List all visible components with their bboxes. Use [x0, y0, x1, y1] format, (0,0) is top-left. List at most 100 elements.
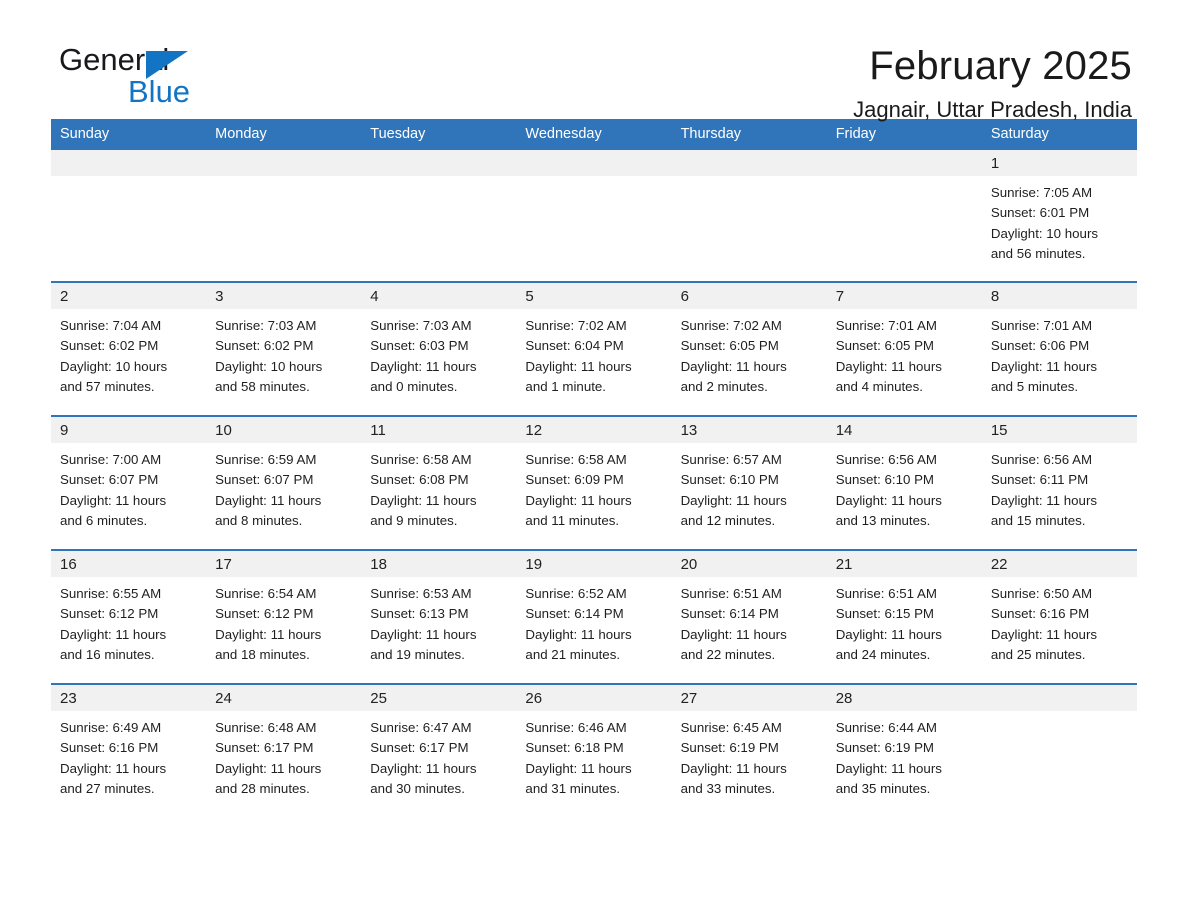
day-details: Sunrise: 6:58 AM Sunset: 6:08 PM Daylight:…: [361, 443, 516, 531]
daylight-duration-line1: Daylight: 10 hours: [60, 358, 168, 374]
calendar-week-row: 9 Sunrise: 7:00 AM Sunset: 6:07 PM Daylight…: [51, 415, 1137, 550]
weekday-header-tuesday: Tuesday: [361, 119, 517, 150]
daylight-duration-line1: Daylight: 10 hours: [215, 358, 323, 374]
day-number: [671, 150, 827, 176]
calendar-day-cell[interactable]: 9 Sunrise: 7:00 AM Sunset: 6:07 PM Daylight…: [51, 415, 207, 550]
day-box: 5 Sunrise: 7:02 AM Sunset: 6:04 PM Daylight…: [516, 283, 672, 415]
sunrise-time: Sunrise: 6:55 AM: [60, 586, 162, 601]
calendar-day-cell[interactable]: 12 Sunrise: 6:58 AM Sunset: 6:09 PM Dayligh…: [516, 415, 672, 550]
calendar-day-cell[interactable]: 7 Sunrise: 7:01 AM Sunset: 6:05 PM Daylight…: [826, 281, 982, 416]
day-number: [826, 150, 982, 176]
day-box: 26 Sunrise: 6:46 AM Sunset: 6:18 PM Dayligh…: [516, 685, 672, 817]
sunset-time: Sunset: 6:19 PM: [680, 740, 779, 756]
sunrise-time: Sunrise: 6:52 AM: [525, 586, 627, 601]
calendar-day-cell[interactable]: 4 Sunrise: 7:03 AM Sunset: 6:03 PM Daylight…: [361, 281, 517, 416]
daylight-duration-line2: and 33 minutes.: [680, 780, 776, 796]
daylight-duration-line1: Daylight: 11 hours: [370, 626, 477, 642]
day-details: Sunrise: 6:48 AM Sunset: 6:17 PM Daylight:…: [206, 711, 361, 799]
daylight-duration-line1: Daylight: 11 hours: [680, 760, 787, 776]
calendar-day-cell[interactable]: 23 Sunrise: 6:49 AM Sunset: 6:16 PM Dayligh…: [51, 683, 207, 817]
sunrise-time: Sunrise: 7:04 AM: [60, 318, 162, 333]
sunset-time: Sunset: 6:07 PM: [215, 472, 314, 488]
calendar-day-cell[interactable]: 8 Sunrise: 7:01 AM Sunset: 6:06 PM Daylight…: [981, 281, 1137, 416]
calendar-day-cell[interactable]: 20 Sunrise: 6:51 AM Sunset: 6:14 PM Dayligh…: [671, 549, 827, 684]
day-box: 24 Sunrise: 6:48 AM Sunset: 6:17 PM Dayligh…: [206, 685, 362, 817]
daylight-duration-line1: Daylight: 11 hours: [680, 492, 787, 508]
calendar-day-cell[interactable]: 11 Sunrise: 6:58 AM Sunset: 6:08 PM Dayligh…: [361, 415, 517, 550]
calendar-day-cell[interactable]: 14 Sunrise: 6:56 AM Sunset: 6:10 PM Dayligh…: [826, 415, 982, 550]
daylight-duration-line2: and 12 minutes.: [680, 512, 776, 528]
day-box: 18 Sunrise: 6:53 AM Sunset: 6:13 PM Dayligh…: [361, 551, 517, 683]
day-details: Sunrise: 6:56 AM Sunset: 6:10 PM Daylight:…: [827, 443, 982, 531]
calendar-day-cell[interactable]: 28 Sunrise: 6:44 AM Sunset: 6:19 PM Dayligh…: [826, 683, 982, 817]
daylight-duration-line1: Daylight: 11 hours: [525, 760, 632, 776]
calendar-day-cell[interactable]: 22 Sunrise: 6:50 AM Sunset: 6:16 PM Dayligh…: [981, 549, 1137, 684]
calendar-day-cell[interactable]: 3 Sunrise: 7:03 AM Sunset: 6:02 PM Daylight…: [206, 281, 362, 416]
day-number: 8: [981, 283, 1137, 309]
day-box: 10 Sunrise: 6:59 AM Sunset: 6:07 PM Dayligh…: [206, 417, 362, 549]
calendar-day-cell[interactable]: 21 Sunrise: 6:51 AM Sunset: 6:15 PM Dayligh…: [826, 549, 982, 684]
calendar-day-cell[interactable]: 5 Sunrise: 7:02 AM Sunset: 6:04 PM Daylight…: [516, 281, 672, 416]
day-details: Sunrise: 6:44 AM Sunset: 6:19 PM Daylight:…: [827, 711, 982, 799]
calendar-day-cell[interactable]: 2 Sunrise: 7:04 AM Sunset: 6:02 PM Daylight…: [51, 281, 207, 416]
day-box: [361, 150, 517, 281]
calendar-day-cell[interactable]: 13 Sunrise: 6:57 AM Sunset: 6:10 PM Dayligh…: [671, 415, 827, 550]
calendar-page: General Blue February 2025 Jagnair, Utta…: [0, 0, 1188, 918]
sunrise-time: Sunrise: 6:56 AM: [835, 452, 937, 467]
day-details: [206, 176, 361, 183]
day-number: [51, 150, 207, 176]
daylight-duration-line2: and 9 minutes.: [370, 512, 458, 528]
day-box: 4 Sunrise: 7:03 AM Sunset: 6:03 PM Daylight…: [361, 283, 517, 415]
day-details: Sunrise: 7:02 AM Sunset: 6:05 PM Daylight:…: [672, 309, 827, 397]
daylight-duration-line2: and 6 minutes.: [60, 512, 148, 528]
sunset-time: Sunset: 6:12 PM: [215, 606, 314, 622]
day-details: Sunrise: 7:00 AM Sunset: 6:07 PM Daylight:…: [51, 443, 206, 531]
day-number: 9: [51, 417, 207, 443]
day-details: Sunrise: 7:04 AM Sunset: 6:02 PM Daylight:…: [51, 309, 206, 397]
daylight-duration-line1: Daylight: 11 hours: [680, 626, 787, 642]
calendar-day-cell[interactable]: 27 Sunrise: 6:45 AM Sunset: 6:19 PM Dayligh…: [671, 683, 827, 817]
day-details: Sunrise: 6:46 AM Sunset: 6:18 PM Daylight:…: [516, 711, 671, 799]
daylight-duration-line2: and 57 minutes.: [60, 378, 155, 394]
sunset-time: Sunset: 6:06 PM: [990, 338, 1090, 354]
day-box: 12 Sunrise: 6:58 AM Sunset: 6:09 PM Dayligh…: [516, 417, 672, 549]
sunrise-time: Sunrise: 6:58 AM: [370, 452, 472, 467]
day-number: 19: [516, 551, 672, 577]
calendar-day-cell[interactable]: 6 Sunrise: 7:02 AM Sunset: 6:05 PM Daylight…: [671, 281, 827, 416]
daylight-duration-line1: Daylight: 11 hours: [215, 492, 322, 508]
sunrise-time: Sunrise: 7:01 AM: [835, 318, 937, 333]
sunset-time: Sunset: 6:17 PM: [215, 740, 314, 756]
calendar-day-cell-empty: [826, 150, 982, 282]
day-number: 3: [206, 283, 362, 309]
daylight-duration-line2: and 35 minutes.: [835, 780, 931, 796]
day-number: [516, 150, 672, 176]
sunrise-time: Sunrise: 6:57 AM: [680, 452, 782, 467]
day-box: 9 Sunrise: 7:00 AM Sunset: 6:07 PM Daylight…: [51, 417, 207, 549]
sunset-time: Sunset: 6:13 PM: [370, 606, 469, 622]
calendar-day-cell[interactable]: 17 Sunrise: 6:54 AM Sunset: 6:12 PM Dayligh…: [206, 549, 362, 684]
daylight-duration-line1: Daylight: 11 hours: [525, 626, 632, 642]
calendar-day-cell-empty: [206, 150, 362, 282]
day-details: Sunrise: 6:50 AM Sunset: 6:16 PM Daylight:…: [982, 577, 1137, 665]
calendar-day-cell[interactable]: 15 Sunrise: 6:56 AM Sunset: 6:11 PM Dayligh…: [981, 415, 1137, 550]
calendar-day-cell-empty: [981, 683, 1137, 817]
day-details: Sunrise: 6:56 AM Sunset: 6:11 PM Daylight:…: [982, 443, 1137, 531]
sunrise-time: Sunrise: 6:53 AM: [370, 586, 472, 601]
day-box: 3 Sunrise: 7:03 AM Sunset: 6:02 PM Daylight…: [206, 283, 362, 415]
calendar-day-cell[interactable]: 24 Sunrise: 6:48 AM Sunset: 6:17 PM Dayligh…: [206, 683, 362, 817]
sunset-time: Sunset: 6:15 PM: [835, 606, 935, 622]
calendar-day-cell[interactable]: 10 Sunrise: 6:59 AM Sunset: 6:07 PM Dayligh…: [206, 415, 362, 550]
day-box: [516, 150, 672, 281]
daylight-duration-line1: Daylight: 11 hours: [835, 760, 942, 776]
calendar-day-cell[interactable]: 18 Sunrise: 6:53 AM Sunset: 6:13 PM Dayligh…: [361, 549, 517, 684]
day-details: Sunrise: 6:51 AM Sunset: 6:14 PM Daylight:…: [672, 577, 827, 665]
day-box: 28 Sunrise: 6:44 AM Sunset: 6:19 PM Dayligh…: [826, 685, 982, 817]
daylight-duration-line1: Daylight: 11 hours: [370, 760, 477, 776]
day-number: 23: [51, 685, 207, 711]
daylight-duration-line1: Daylight: 11 hours: [60, 760, 167, 776]
calendar-day-cell[interactable]: 19 Sunrise: 6:52 AM Sunset: 6:14 PM Dayligh…: [516, 549, 672, 684]
calendar-day-cell[interactable]: 1 Sunrise: 7:05 AM Sunset: 6:01 PM Daylight…: [981, 150, 1137, 282]
calendar-day-cell[interactable]: 16 Sunrise: 6:55 AM Sunset: 6:12 PM Dayligh…: [51, 549, 207, 684]
calendar-day-cell[interactable]: 26 Sunrise: 6:46 AM Sunset: 6:18 PM Dayligh…: [516, 683, 672, 817]
calendar-day-cell[interactable]: 25 Sunrise: 6:47 AM Sunset: 6:17 PM Dayligh…: [361, 683, 517, 817]
